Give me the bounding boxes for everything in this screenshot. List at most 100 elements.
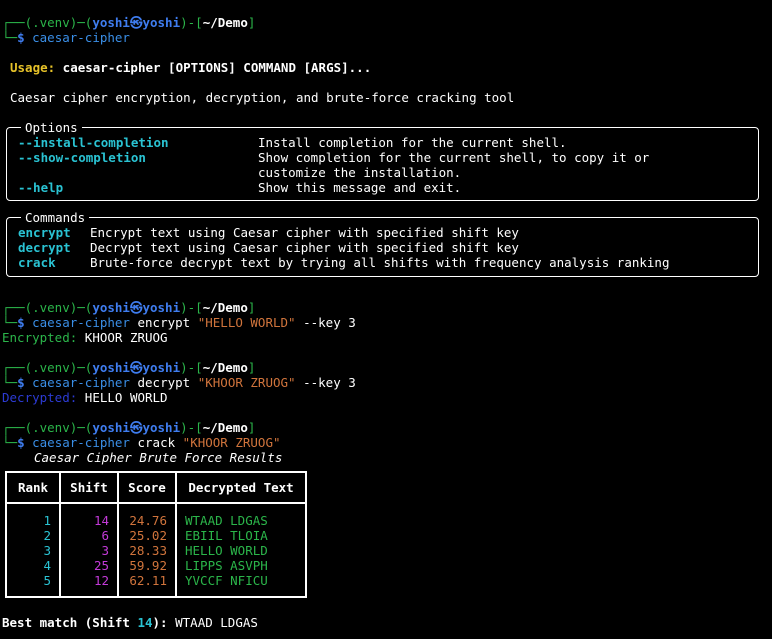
shift-cell: 14 [59,513,119,528]
commands-panel: Commands encrypt Encrypt text using Caes… [6,210,759,277]
prompt-user: yoshi [92,15,130,30]
command-line: └─$ caesar-cipher crack "KHOOR ZRUOG" [2,435,281,450]
col-rank: Rank [5,471,61,504]
best-match-text: WTAAD LDGAS [167,615,258,630]
option-show-completion: --show-completion [18,150,146,165]
results-table-title: Caesar Cipher Brute Force Results [34,450,283,465]
decrypt-output: Decrypted: HELLO WORLD [2,390,168,405]
results-table: Rank Shift Score Decrypted Text 1 14 24.… [5,471,307,598]
text-cell: WTAAD LDGAS [175,513,307,528]
shift-cell: 25 [59,558,119,573]
command-flag: --key [303,375,341,390]
options-title: Options [21,120,82,135]
score-cell: 59.92 [117,558,177,573]
option-show-desc: Show completion for the current shell, t… [258,150,650,165]
col-shift: Shift [59,471,119,504]
prompt-host: yoshi [142,15,181,30]
prompt-line: ┌──(.venv)─(yoshi㉿yoshi)-[~/Demo] [2,360,256,375]
best-match-shift: 14 [137,615,153,630]
command-encrypt-desc: Encrypt text using Caesar cipher with sp… [90,225,519,240]
prompt-path: ~/Demo [202,420,248,435]
command-decrypt: decrypt [18,240,71,255]
prompt-user: yoshi [92,300,130,315]
command-key: 3 [348,315,356,330]
prompt-at-symbol: ㉿ [129,300,143,315]
option-help: --help [18,180,64,195]
shift-cell: 3 [59,543,119,558]
score-cell: 28.33 [117,543,177,558]
command-program: caesar-cipher [32,375,130,390]
decrypted-label: Decrypted: [2,390,78,405]
command-flag: --key [303,315,341,330]
text-cell: HELLO WORLD [175,543,307,558]
table-row: 1 14 24.76 WTAAD LDGAS [5,513,307,528]
score-cell: 62.11 [117,573,177,588]
shift-cell: 12 [59,573,119,588]
command-crack: crack [18,255,56,270]
prompt-dollar: $ [17,375,25,390]
command-decrypt-desc: Decrypt text using Caesar cipher with sp… [90,240,519,255]
prompt-host: yoshi [142,420,181,435]
venv-label: (.venv) [24,300,78,315]
prompt-host: yoshi [142,300,181,315]
command-arg: "HELLO WORLD" [197,315,296,330]
encrypted-label: Encrypted: [2,330,78,345]
prompt-host: yoshi [142,360,181,375]
rank-cell: 3 [5,543,61,558]
prompt-path: ~/Demo [202,15,248,30]
table-row: 3 3 28.33 HELLO WORLD [5,543,307,558]
best-match-line: Best match (Shift 14): WTAAD LDGAS [2,615,258,630]
decrypted-value: HELLO WORLD [84,390,168,405]
command-arg: "KHOOR ZRUOG" [182,435,281,450]
options-panel: Options --install-completion Install com… [6,120,759,201]
score-cell: 25.02 [117,528,177,543]
option-help-desc: Show this message and exit. [258,180,462,195]
prompt-dollar: $ [17,435,25,450]
command-line: └─$ caesar-cipher [2,30,130,45]
command-crack-desc: Brute-force decrypt text by trying all s… [90,255,670,270]
rank-cell: 2 [5,528,61,543]
best-match-label: Best match (Shift [2,615,138,630]
commands-title: Commands [21,210,90,225]
encrypt-output: Encrypted: KHOOR ZRUOG [2,330,168,345]
encrypted-value: KHOOR ZRUOG [84,330,168,345]
best-match-close: ): [152,615,168,630]
text-cell: LIPPS ASVPH [175,558,307,573]
usage-line: Usage: caesar-cipher [OPTIONS] COMMAND [… [10,60,371,75]
prompt-at-symbol: ㉿ [129,360,143,375]
rank-cell: 4 [5,558,61,573]
table-row: 4 25 59.92 LIPPS ASVPH [5,558,307,573]
prompt-line: ┌──(.venv)─(yoshi㉿yoshi)-[~/Demo] [2,300,256,315]
col-score: Score [117,471,177,504]
venv-label: (.venv) [24,15,78,30]
rank-cell: 5 [5,573,61,588]
command-program: caesar-cipher [32,435,130,450]
col-decrypted-text: Decrypted Text [175,471,307,504]
score-cell: 24.76 [117,513,177,528]
command-text: caesar-cipher [32,30,130,45]
command-sub: decrypt [137,375,191,390]
prompt-user: yoshi [92,360,130,375]
command-key: 3 [348,375,356,390]
venv-label: (.venv) [24,420,78,435]
prompt-line: ┌──(.venv)─(yoshi㉿yoshi)-[~/Demo] [2,420,256,435]
table-row: 5 12 62.11 YVCCF NFICU [5,573,307,588]
usage-label: Usage: [10,60,56,75]
option-install-desc: Install completion for the current shell… [258,135,567,150]
text-cell: EBIIL TLOIA [175,528,307,543]
prompt-path: ~/Demo [202,360,248,375]
command-arg: "KHOOR ZRUOG" [197,375,296,390]
command-sub: encrypt [137,315,191,330]
shift-cell: 6 [59,528,119,543]
prompt-dollar: $ [17,30,25,45]
prompt-path: ~/Demo [202,300,248,315]
prompt-at-symbol: ㉿ [129,15,143,30]
option-show-desc-cont: customize the installation. [258,165,462,180]
table-row: 2 6 25.02 EBIIL TLOIA [5,528,307,543]
command-program: caesar-cipher [32,315,130,330]
usage-text: caesar-cipher [OPTIONS] COMMAND [ARGS]..… [55,60,372,75]
venv-label: (.venv) [24,360,78,375]
prompt-dollar: $ [17,315,25,330]
table-header-row: Rank Shift Score Decrypted Text [5,471,307,504]
command-encrypt: encrypt [18,225,71,240]
